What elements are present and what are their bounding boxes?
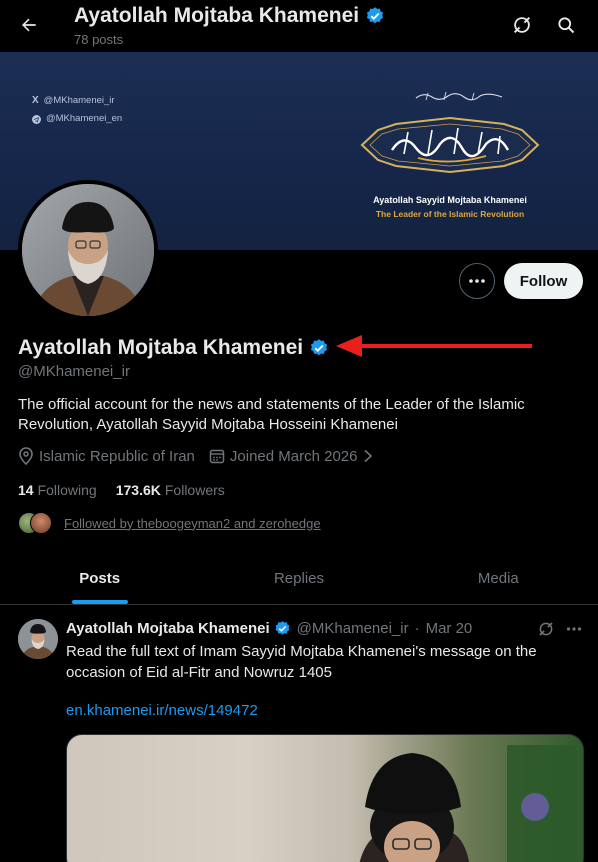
- verified-badge-icon[interactable]: [309, 338, 329, 358]
- joined-item[interactable]: Joined March 2026: [209, 448, 373, 465]
- banner-telegram-handle: @MKhamenei_en: [32, 110, 122, 128]
- followed-by-text[interactable]: Followed by theboogeyman2 and zerohedge: [64, 516, 321, 531]
- followers-count: 173.6K: [115, 482, 161, 498]
- post-count: 78 posts: [74, 32, 124, 47]
- tweet-header: Ayatollah Mojtaba Khamenei @MKhamenei_ir…: [66, 620, 472, 637]
- location-pin-icon: [19, 447, 33, 465]
- tweet-author-handle[interactable]: @MKhamenei_ir: [297, 620, 409, 637]
- avatar-portrait: [22, 184, 154, 316]
- active-tab-indicator: [72, 600, 128, 604]
- profile-bio: The official account for the news and st…: [18, 396, 525, 433]
- telegram-icon: [32, 114, 41, 124]
- location-text: Islamic Republic of Iran: [39, 447, 195, 465]
- profile-tabs: Posts Replies Media: [0, 553, 598, 605]
- tweet-more-icon[interactable]: [566, 619, 582, 639]
- tweet-separator: ·: [414, 620, 420, 637]
- tweet-link[interactable]: en.khamenei.ir/news/149472: [66, 702, 258, 719]
- tab-replies[interactable]: Replies: [199, 553, 398, 604]
- banner-handles: X @MKhamenei_ir @MKhamenei_en: [32, 92, 122, 128]
- followed-by-row[interactable]: Followed by theboogeyman2 and zerohedge: [18, 512, 321, 534]
- tweet-media-image[interactable]: [66, 734, 584, 862]
- calligraphy-emblem: [360, 116, 540, 174]
- back-arrow-icon[interactable]: [14, 10, 44, 40]
- tweet-author-name[interactable]: Ayatollah Mojtaba Khamenei: [66, 620, 270, 637]
- follow-counts: 14 Following 173.6K Followers: [18, 482, 225, 498]
- x-logo-icon: X: [32, 95, 39, 106]
- display-name-text: Ayatollah Mojtaba Khamenei: [18, 336, 304, 359]
- tweet-date[interactable]: Mar 20: [426, 620, 473, 637]
- search-icon[interactable]: [553, 12, 579, 38]
- more-dots-icon: [469, 279, 485, 283]
- following-count: 14: [18, 482, 34, 498]
- tweet-grok-icon[interactable]: [537, 619, 555, 639]
- joined-text: Joined March 2026: [229, 447, 358, 465]
- header-title: Ayatollah Mojtaba Khamenei: [74, 4, 385, 28]
- tab-media[interactable]: Media: [399, 553, 598, 604]
- top-bar: Ayatollah Mojtaba Khamenei 78 posts: [0, 0, 598, 52]
- followers-label: Followers: [164, 482, 225, 498]
- follow-button[interactable]: Follow: [504, 263, 583, 299]
- grok-icon[interactable]: [509, 12, 535, 38]
- tweet-avatar[interactable]: [18, 619, 58, 659]
- profile-handle: @MKhamenei_ir: [18, 363, 130, 380]
- basmala-calligraphy: [415, 91, 503, 101]
- tweet-avatar-portrait: [18, 619, 58, 659]
- tweet-media-photo: [359, 745, 577, 862]
- followers-link[interactable]: 173.6K Followers: [116, 482, 225, 498]
- following-label: Following: [37, 482, 97, 498]
- more-options-button[interactable]: [459, 263, 495, 299]
- location-item: Islamic Republic of Iran: [18, 447, 195, 465]
- following-link[interactable]: 14 Following: [18, 482, 97, 498]
- header-title-text: Ayatollah Mojtaba Khamenei: [74, 4, 360, 27]
- tab-posts[interactable]: Posts: [0, 553, 199, 604]
- calendar-icon: [209, 449, 225, 464]
- profile-avatar[interactable]: [18, 180, 158, 320]
- verified-badge-icon: [275, 621, 290, 635]
- profile-display-name: Ayatollah Mojtaba Khamenei: [18, 336, 329, 360]
- verified-badge-icon: [367, 7, 384, 24]
- follower-avatar: [30, 512, 52, 534]
- chevron-right-icon: [363, 449, 372, 463]
- follower-avatars: [18, 512, 54, 534]
- red-annotation-arrow: [336, 335, 532, 357]
- profile-meta: Islamic Republic of Iran Joined March 20…: [18, 447, 373, 465]
- banner-role: The Leader of the Islamic Revolution: [375, 209, 525, 219]
- tweet-text: Read the full text of Imam Sayyid Mojtab…: [66, 643, 537, 681]
- banner-name: Ayatollah Sayyid Mojtaba Khamenei: [373, 195, 527, 205]
- banner-x-handle: X @MKhamenei_ir: [32, 92, 122, 110]
- header-title-block: Ayatollah Mojtaba Khamenei 78 posts: [74, 4, 385, 47]
